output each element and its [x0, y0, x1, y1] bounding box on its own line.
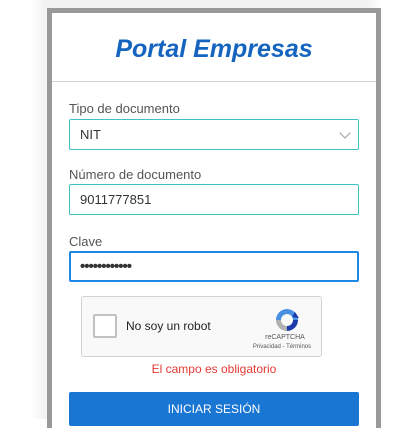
- recaptcha-widget: No soy un robot reCAPTCHA Privacidad - T…: [81, 296, 322, 357]
- doc-type-value: NIT: [80, 127, 101, 142]
- header-divider: [52, 81, 376, 82]
- doc-type-select[interactable]: NIT: [69, 119, 359, 150]
- password-input[interactable]: ••••••••••••: [69, 251, 359, 282]
- login-card: Portal Empresas Tipo de documento NIT Nú…: [47, 8, 381, 428]
- recaptcha-checkbox[interactable]: [93, 314, 117, 338]
- captcha-error-message: El campo es obligatorio: [151, 362, 277, 376]
- password-label: Clave: [69, 234, 103, 249]
- doc-type-label: Tipo de documento: [69, 101, 180, 116]
- login-button[interactable]: INICIAR SESIÓN: [69, 392, 359, 426]
- doc-number-label: Número de documento: [69, 167, 202, 182]
- page-title: Portal Empresas: [115, 35, 313, 63]
- doc-number-input[interactable]: 9011777851: [69, 184, 359, 215]
- chevron-down-icon: [339, 127, 351, 139]
- recaptcha-links[interactable]: Privacidad - Términos: [242, 344, 322, 350]
- doc-number-value: 9011777851: [80, 192, 152, 207]
- recaptcha-icon: [276, 309, 299, 331]
- recaptcha-label: No soy un robot: [126, 319, 211, 333]
- recaptcha-brand: reCAPTCHA: [265, 334, 305, 341]
- password-value: ••••••••••••: [80, 258, 132, 275]
